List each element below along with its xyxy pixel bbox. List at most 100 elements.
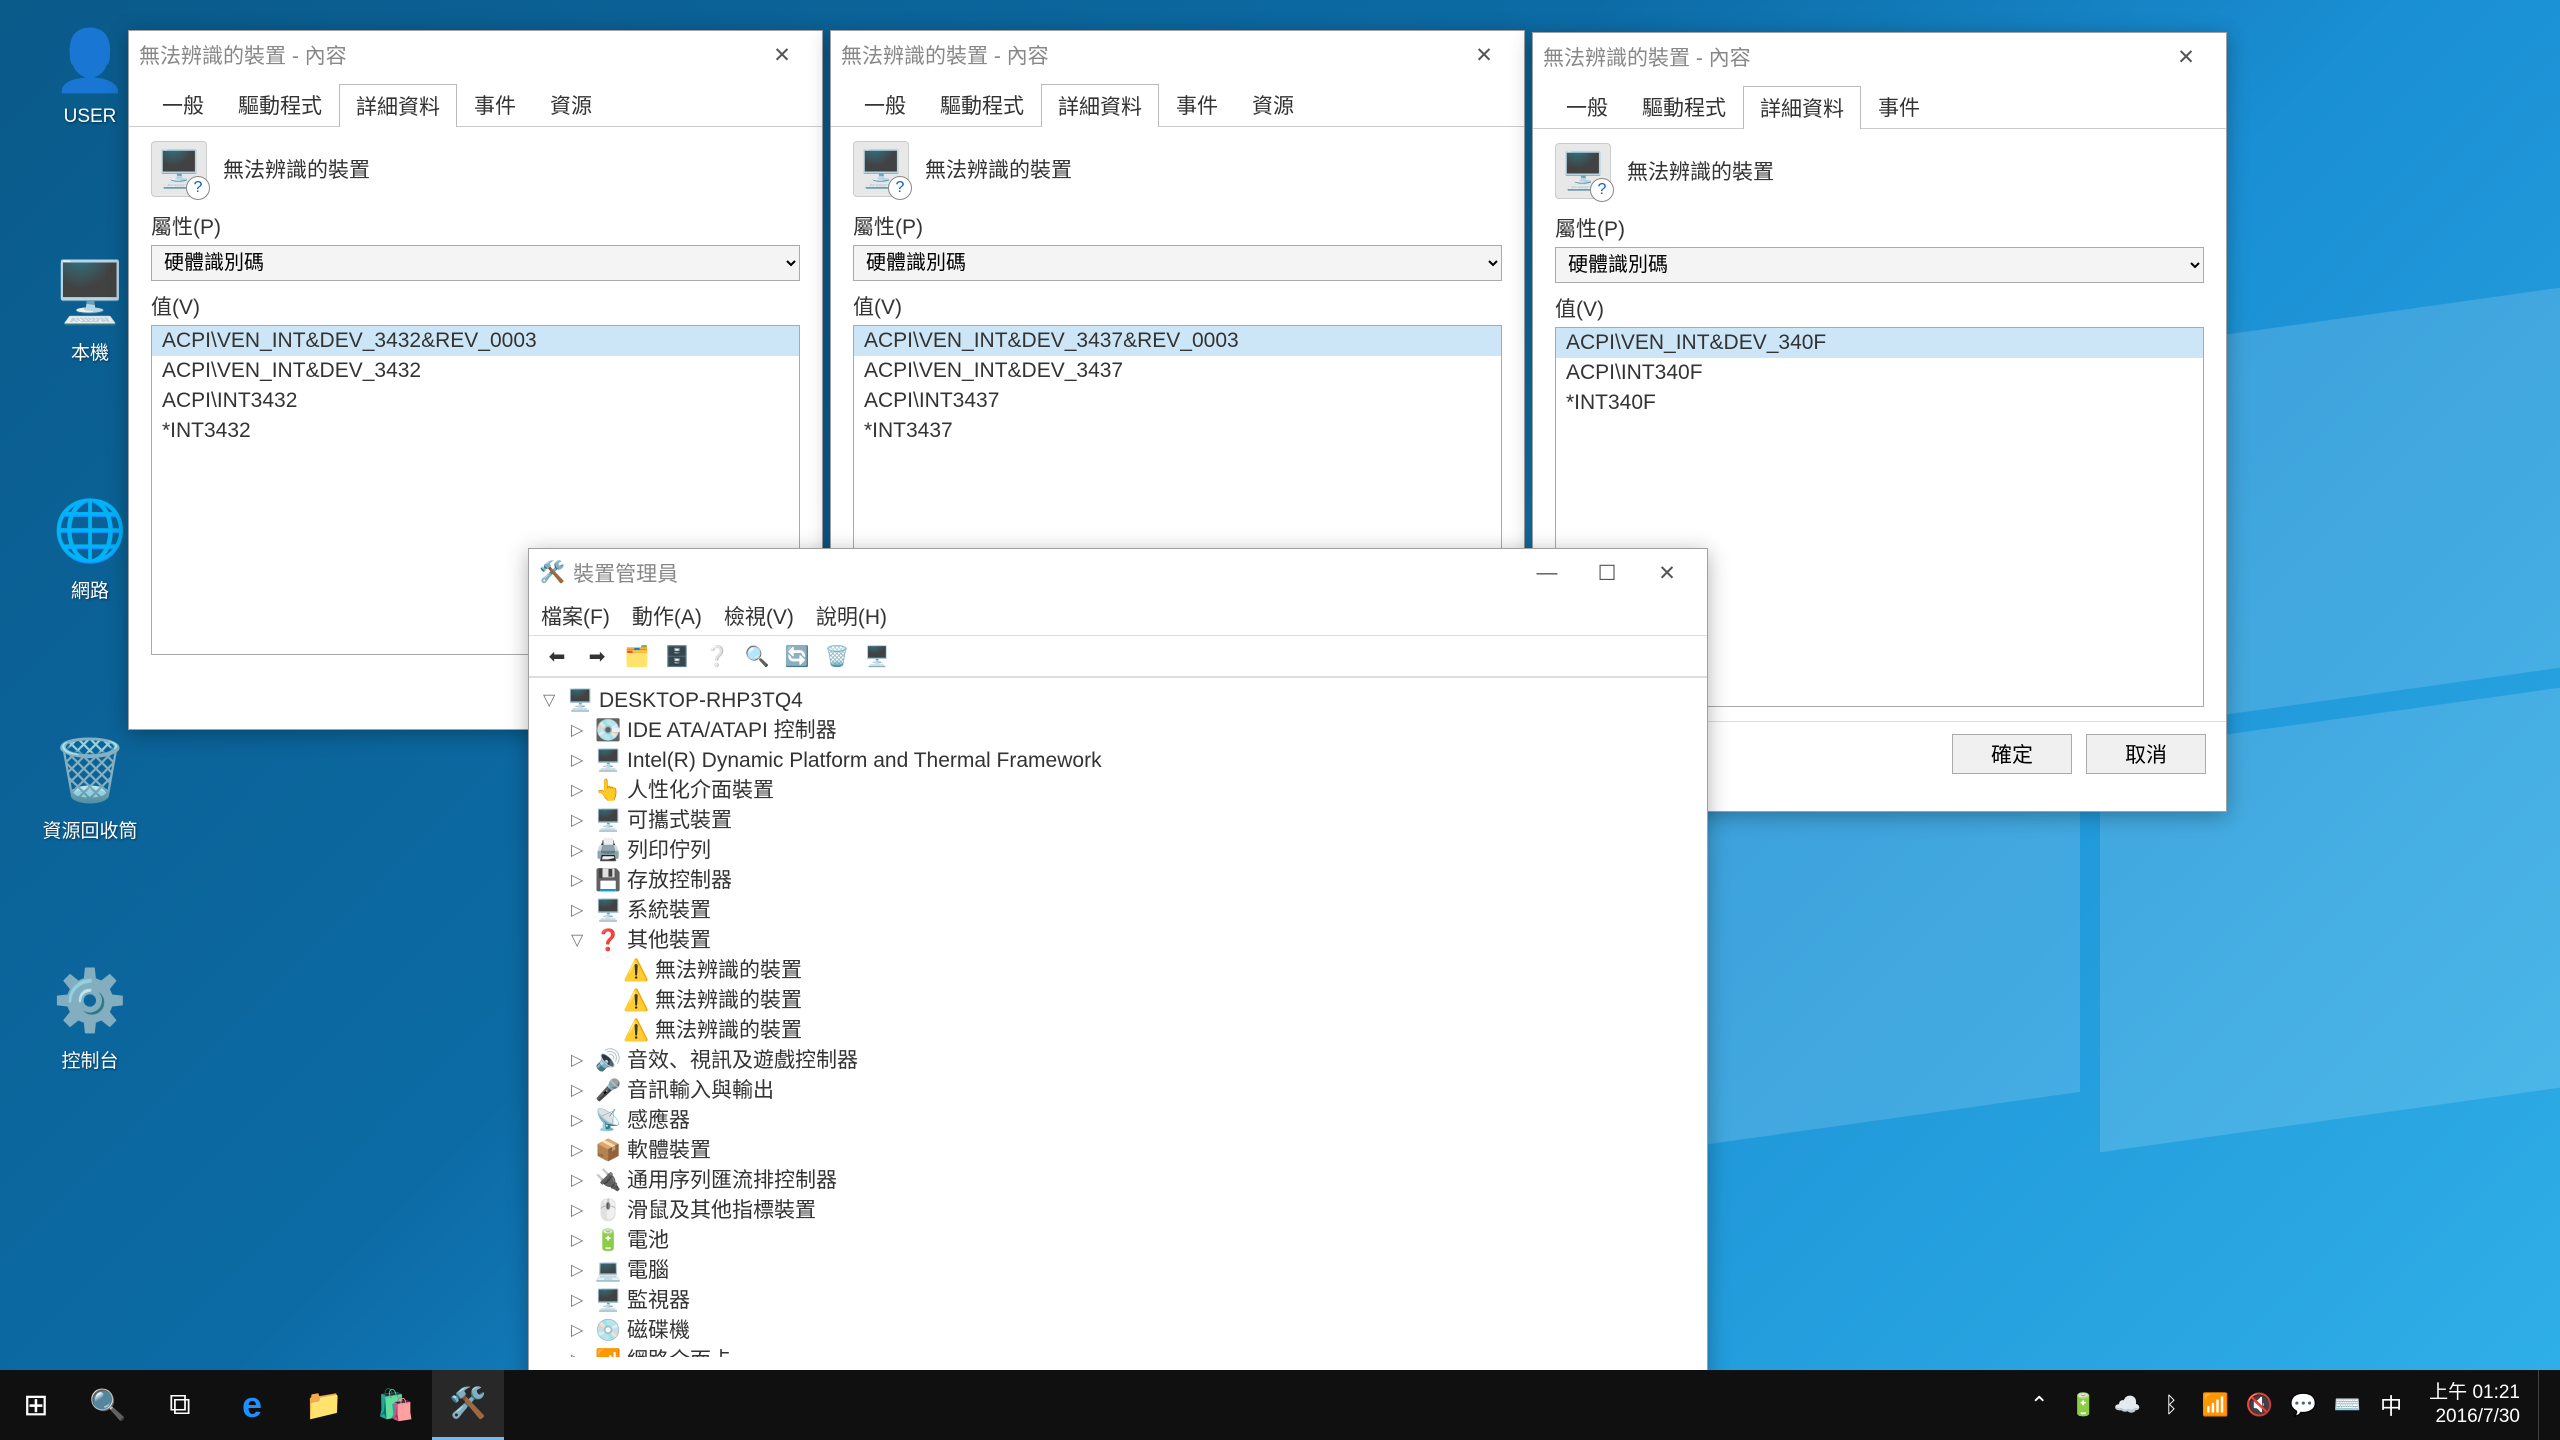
tree-node[interactable]: ▷📦軟體裝置 [543, 1136, 1693, 1166]
value-item[interactable]: ACPI\INT340F [1556, 358, 2203, 388]
value-item[interactable]: ACPI\VEN_INT&DEV_3437&REV_0003 [854, 326, 1501, 356]
tree-node[interactable]: ▷📡感應器 [543, 1106, 1693, 1136]
tree-node[interactable]: ▷📶網路介面卡 [543, 1346, 1693, 1357]
tree-node[interactable]: ▷🖥️可攜式裝置 [543, 806, 1693, 836]
tree-node[interactable]: ▷💽IDE ATA/ATAPI 控制器 [543, 716, 1693, 746]
titlebar[interactable]: 無法辨識的裝置 - 內容 ✕ [129, 31, 822, 79]
tree-node[interactable]: ▷🔊音效、視訊及遊戲控制器 [543, 1046, 1693, 1076]
value-item[interactable]: ACPI\INT3432 [152, 386, 799, 416]
taskbar-item[interactable]: 📁 [288, 1370, 360, 1440]
tray-icon[interactable]: 📶 [2195, 1370, 2235, 1440]
minimize-icon[interactable]: — [1517, 553, 1577, 593]
tree-node[interactable]: ▷🎤音訊輸入與輸出 [543, 1076, 1693, 1106]
tray-icon[interactable]: 🔋 [2063, 1370, 2103, 1440]
device-tree[interactable]: ▽🖥️DESKTOP-RHP3TQ4▷💽IDE ATA/ATAPI 控制器▷🖥️… [529, 677, 1707, 1357]
close-icon[interactable]: ✕ [752, 35, 812, 75]
value-item[interactable]: ACPI\VEN_INT&DEV_340F [1556, 328, 2203, 358]
tab-驅動程式[interactable]: 驅動程式 [221, 83, 339, 126]
desktop-icon-控制台[interactable]: ⚙️控制台 [30, 960, 150, 1073]
tree-node[interactable]: ▷🖱️滑鼠及其他指標裝置 [543, 1196, 1693, 1226]
help-icon[interactable]: ❔ [699, 640, 735, 672]
property-dropdown[interactable]: 硬體識別碼 [151, 245, 800, 281]
tree-node[interactable]: ▷🖨️列印佇列 [543, 836, 1693, 866]
property-dropdown[interactable]: 硬體識別碼 [1555, 247, 2204, 283]
maximize-icon[interactable]: ☐ [1577, 553, 1637, 593]
taskbar-item[interactable]: 🔍 [72, 1370, 144, 1440]
tree-node[interactable]: ▷🖥️監視器 [543, 1286, 1693, 1316]
back-icon[interactable]: ⬅ [539, 640, 575, 672]
tab-驅動程式[interactable]: 驅動程式 [1625, 85, 1743, 128]
tray-icon[interactable]: 💬 [2283, 1370, 2323, 1440]
forward-icon[interactable]: ➡ [579, 640, 615, 672]
tree-node[interactable]: ▷💻電腦 [543, 1256, 1693, 1286]
tab-詳細資料[interactable]: 詳細資料 [1041, 84, 1159, 127]
tab-資源[interactable]: 資源 [1235, 83, 1311, 126]
show-icon[interactable]: 🖥️ [859, 640, 895, 672]
taskbar-item[interactable]: ⊞ [0, 1370, 72, 1440]
tree-node[interactable]: ▷🔋電池 [543, 1226, 1693, 1256]
value-item[interactable]: *INT3432 [152, 416, 799, 446]
device-name: 無法辨識的裝置 [1627, 156, 1774, 186]
scan-icon[interactable]: 🔍 [739, 640, 775, 672]
tray-icon[interactable]: 中 [2371, 1370, 2411, 1440]
tray-icon[interactable]: 🔇 [2239, 1370, 2279, 1440]
tray-icon[interactable]: ☁️ [2107, 1370, 2147, 1440]
value-item[interactable]: *INT340F [1556, 388, 2203, 418]
ok-button[interactable]: 確定 [1952, 734, 2072, 774]
value-item[interactable]: ACPI\INT3437 [854, 386, 1501, 416]
props-icon[interactable]: 🗄️ [659, 640, 695, 672]
tree-node[interactable]: ⚠️無法辨識的裝置 [543, 956, 1693, 986]
tree-node[interactable]: ▷🖥️Intel(R) Dynamic Platform and Thermal… [543, 746, 1693, 776]
update-icon[interactable]: 🔄 [779, 640, 815, 672]
titlebar[interactable]: 無法辨識的裝置 - 內容 ✕ [831, 31, 1524, 79]
tray-icon[interactable]: ᛒ [2151, 1370, 2191, 1440]
tab-事件[interactable]: 事件 [457, 83, 533, 126]
value-item[interactable]: ACPI\VEN_INT&DEV_3437 [854, 356, 1501, 386]
tab-詳細資料[interactable]: 詳細資料 [1743, 86, 1861, 129]
close-icon[interactable]: ✕ [1637, 553, 1697, 593]
tree-node[interactable]: ▽❓其他裝置 [543, 926, 1693, 956]
taskbar-item[interactable]: 🛍️ [360, 1370, 432, 1440]
icon-label: 本機 [71, 343, 109, 364]
view-icon[interactable]: 🗂️ [619, 640, 655, 672]
tab-事件[interactable]: 事件 [1861, 85, 1937, 128]
titlebar[interactable]: 🛠️ 裝置管理員 — ☐ ✕ [529, 549, 1707, 597]
tree-node[interactable]: ▷💾存放控制器 [543, 866, 1693, 896]
tab-一般[interactable]: 一般 [1549, 85, 1625, 128]
tree-node[interactable]: ▷💿磁碟機 [543, 1316, 1693, 1346]
desktop-icon-資源回收筒[interactable]: 🗑️資源回收筒 [30, 730, 150, 843]
tab-一般[interactable]: 一般 [145, 83, 221, 126]
taskbar-item[interactable]: e [216, 1370, 288, 1440]
tray-icon[interactable]: ⌨️ [2327, 1370, 2367, 1440]
taskbar-item[interactable]: ⧉ [144, 1370, 216, 1440]
tab-驅動程式[interactable]: 驅動程式 [923, 83, 1041, 126]
tree-node[interactable]: ▷👆人性化介面裝置 [543, 776, 1693, 806]
menu-item[interactable]: 檔案(F) [541, 601, 610, 631]
tab-事件[interactable]: 事件 [1159, 83, 1235, 126]
cancel-button[interactable]: 取消 [2086, 734, 2206, 774]
tree-node[interactable]: ⚠️無法辨識的裝置 [543, 1016, 1693, 1046]
menu-item[interactable]: 動作(A) [632, 601, 702, 631]
device-icon: 🖥️ [1555, 143, 1611, 199]
tab-一般[interactable]: 一般 [847, 83, 923, 126]
titlebar[interactable]: 無法辨識的裝置 - 內容 ✕ [1533, 33, 2226, 81]
clock[interactable]: 上午 01:212016/7/30 [2415, 1381, 2534, 1429]
menu-item[interactable]: 檢視(V) [724, 601, 794, 631]
taskbar-item[interactable]: 🛠️ [432, 1370, 504, 1440]
close-icon[interactable]: ✕ [1454, 35, 1514, 75]
tree-node[interactable]: ▷🖥️系統裝置 [543, 896, 1693, 926]
show-desktop-button[interactable] [2538, 1370, 2550, 1440]
close-icon[interactable]: ✕ [2156, 37, 2216, 77]
tray-icon[interactable]: ⌃ [2019, 1370, 2059, 1440]
uninstall-icon[interactable]: 🗑️ [819, 640, 855, 672]
tree-node[interactable]: ▷🔌通用序列匯流排控制器 [543, 1166, 1693, 1196]
tree-node[interactable]: ⚠️無法辨識的裝置 [543, 986, 1693, 1016]
menu-item[interactable]: 說明(H) [816, 601, 887, 631]
tab-資源[interactable]: 資源 [533, 83, 609, 126]
tree-root[interactable]: DESKTOP-RHP3TQ4 [599, 686, 803, 716]
value-item[interactable]: *INT3437 [854, 416, 1501, 446]
tab-詳細資料[interactable]: 詳細資料 [339, 84, 457, 127]
property-dropdown[interactable]: 硬體識別碼 [853, 245, 1502, 281]
value-item[interactable]: ACPI\VEN_INT&DEV_3432&REV_0003 [152, 326, 799, 356]
value-item[interactable]: ACPI\VEN_INT&DEV_3432 [152, 356, 799, 386]
